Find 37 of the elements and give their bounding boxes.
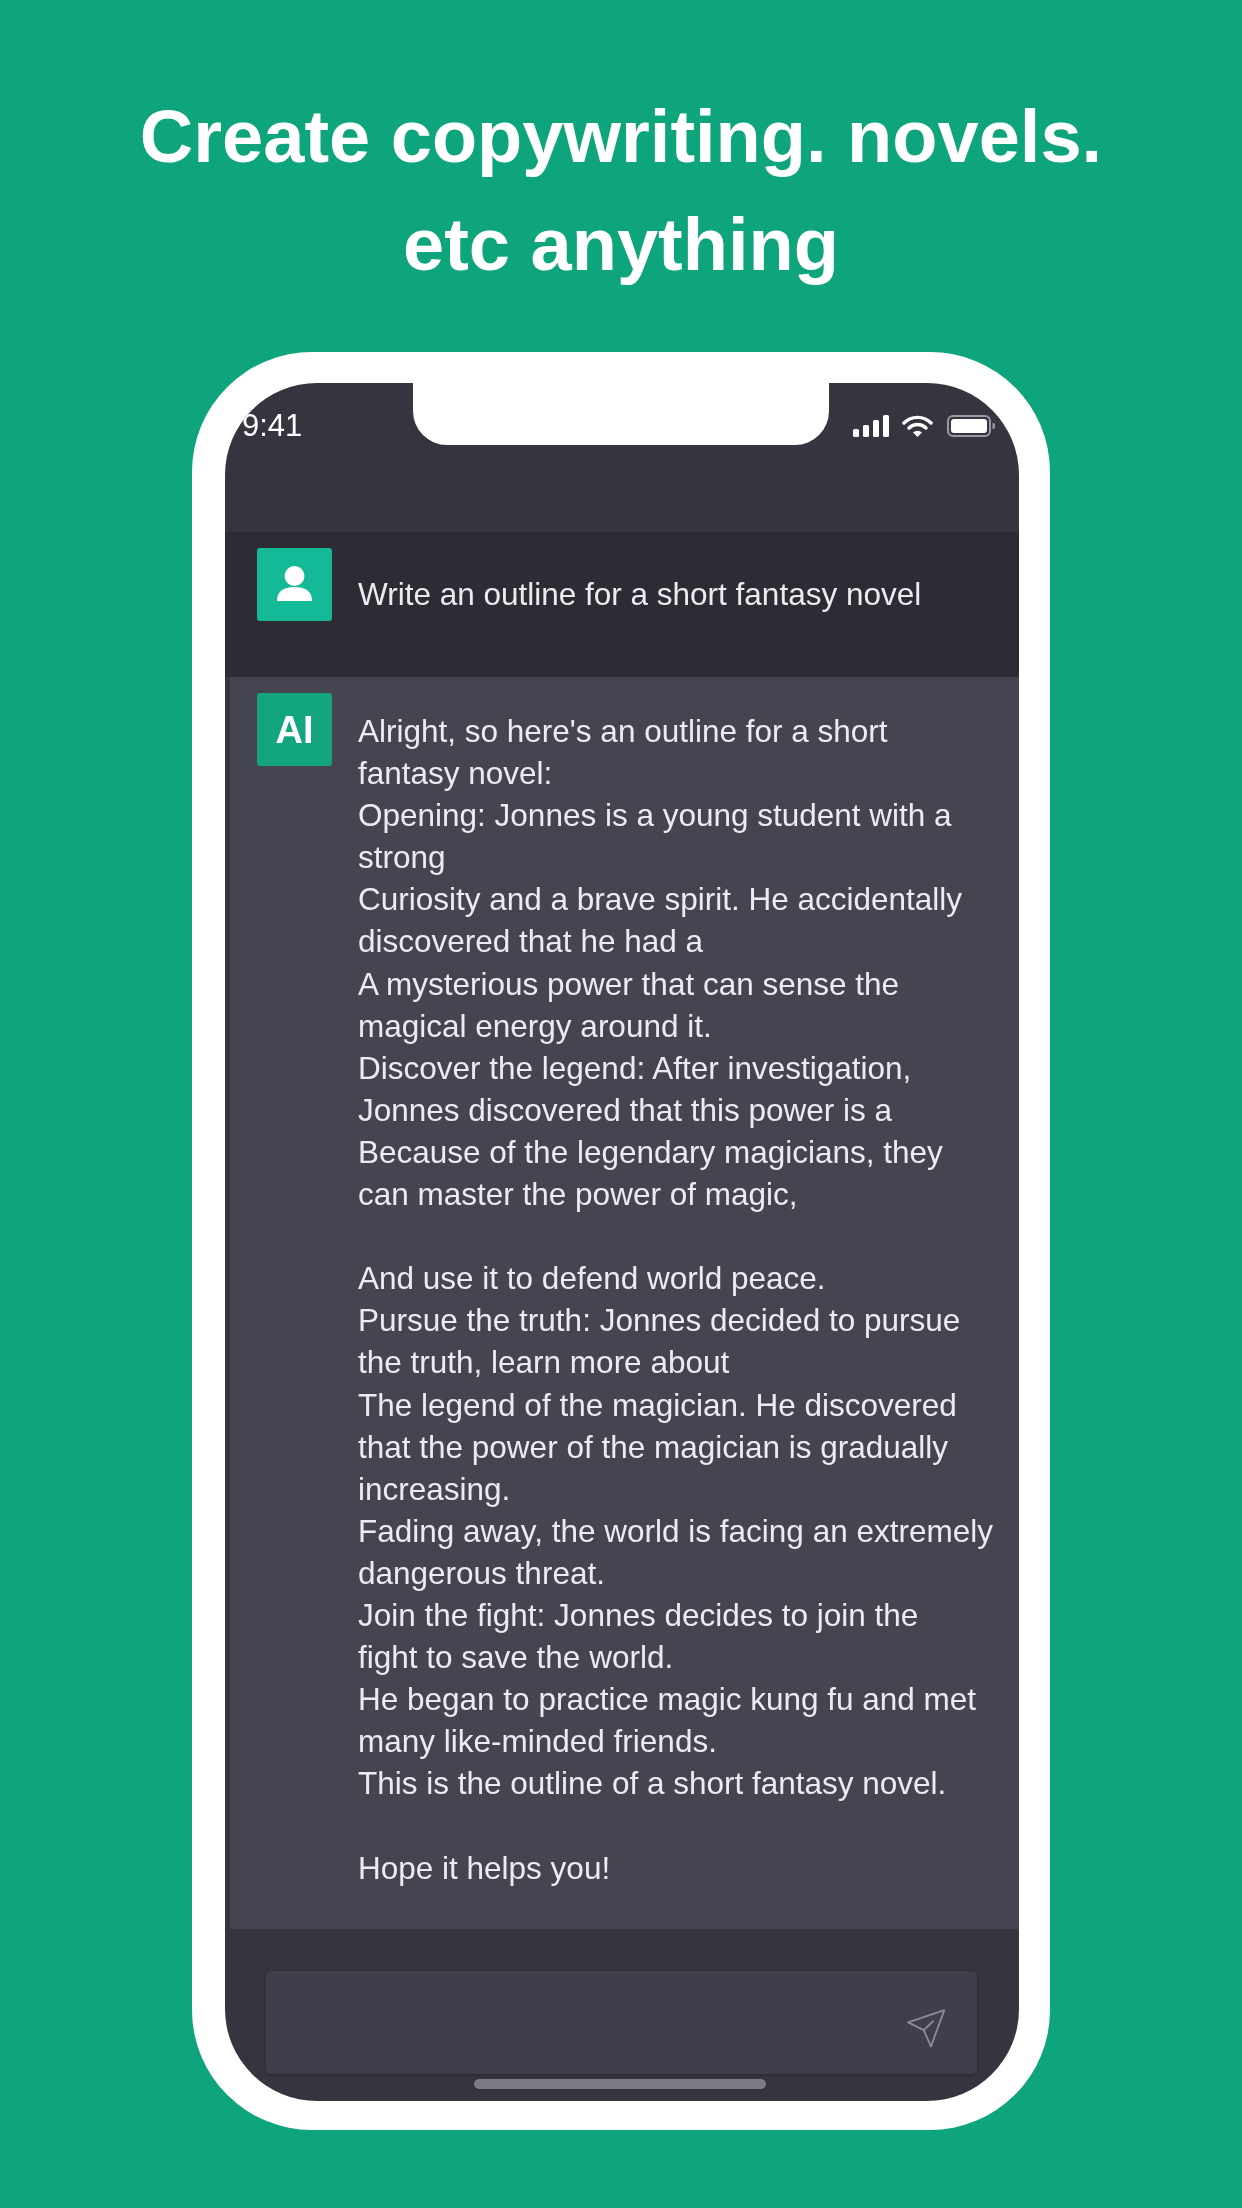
- message-text: Join the fight: Jonnes decides to join the: [358, 1595, 920, 1635]
- message-text: Opening: Jonnes is a young student with a: [358, 796, 953, 836]
- message-text: the truth, learn more about: [358, 1343, 731, 1383]
- send-button[interactable]: [907, 2008, 946, 2048]
- ai-avatar: AI: [257, 693, 332, 766]
- message-text: many like-minded friends.: [358, 1722, 718, 1762]
- wifi-icon: [902, 415, 933, 437]
- signal-icon: [853, 415, 889, 437]
- message-text: Write an outline for a short fantasy novel: [358, 575, 922, 614]
- message-text: Hope it helps you!: [358, 1848, 612, 1888]
- message-text: dangerous threat.: [358, 1553, 606, 1593]
- message-text: Discover the legend: After investigation,: [358, 1048, 913, 1088]
- message-text: can master the power of magic,: [358, 1175, 799, 1215]
- message-text: A mysterious power that can sense the: [358, 964, 901, 1004]
- message-text: This is the outline of a short fantasy novel.: [358, 1764, 948, 1804]
- message-text: strong: [358, 838, 447, 878]
- message-text: fantasy novel:: [358, 754, 554, 794]
- send-icon: [907, 2008, 946, 2048]
- message-text: And use it to defend world peace.: [358, 1259, 827, 1299]
- headline: Create copywriting. novels. etc anything: [139, 94, 1103, 288]
- message-input-field[interactable]: [266, 1970, 977, 2074]
- message-text: magical energy around it.: [358, 1006, 713, 1046]
- message-text: Curiosity and a brave spirit. He accidentally: [358, 880, 964, 920]
- message-text: discovered that he had a: [358, 922, 704, 962]
- message-text: Fading away, the world is facing an extremely: [358, 1511, 993, 1551]
- user-avatar-icon: [257, 548, 332, 621]
- message-text: He began to practice magic kung fu and met: [358, 1680, 978, 1720]
- status-time: 9:41: [242, 408, 303, 444]
- message-text: Pursue the truth: Jonnes decided to pursue: [358, 1301, 962, 1341]
- message-text: Because of the legendary magicians, they: [358, 1132, 944, 1172]
- battery-icon: [947, 415, 995, 437]
- message-text: Alright, so here's an outline for a short: [358, 712, 889, 751]
- message-text: that the power of the magician is gradually: [358, 1427, 950, 1467]
- message-text: The legend of the magician. He discovered: [358, 1385, 958, 1425]
- message-text: fight to save the world.: [358, 1638, 675, 1678]
- message-text: Jonnes discovered that this power is a: [358, 1090, 894, 1130]
- message-text: increasing.: [358, 1469, 512, 1509]
